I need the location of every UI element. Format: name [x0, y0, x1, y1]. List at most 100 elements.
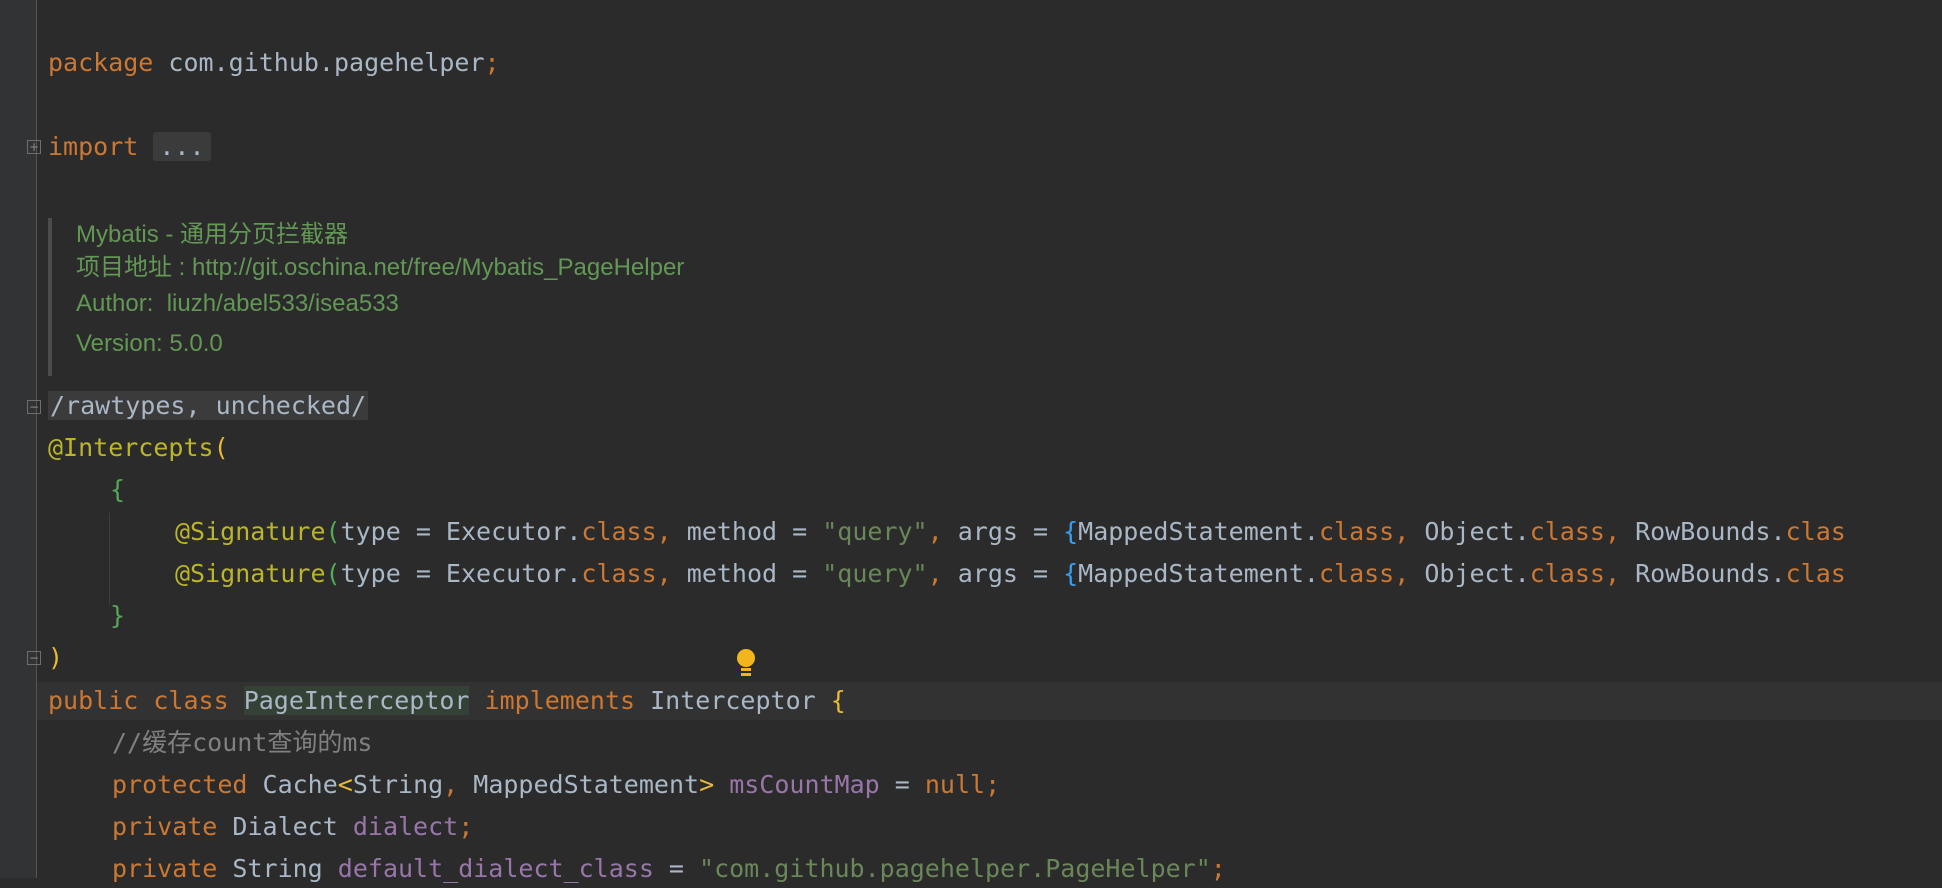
code-line-intercepts[interactable]: @Intercepts( [48, 429, 229, 467]
paren-open: ( [325, 517, 341, 546]
brace-open: { [830, 686, 846, 715]
package-name: com.github.pagehelper [168, 48, 485, 77]
class-keyword: class [1529, 559, 1605, 588]
class-keyword: class [1318, 517, 1395, 546]
suppress-warnings-fold[interactable]: /rawtypes, unchecked/ [48, 391, 369, 420]
angle-open: < [337, 770, 353, 799]
query-string: "query" [822, 559, 928, 588]
code-line-default-dialect[interactable]: private String default_dialect_class = "… [112, 850, 1226, 888]
comma: , [1394, 517, 1425, 546]
comma: , [1604, 559, 1636, 588]
class-keyword-truncated: clas [1785, 517, 1846, 546]
semicolon: ; [985, 770, 1001, 799]
indent-guide [109, 513, 110, 605]
doc-line-project: 项目地址 : http://git.oschina.net/free/Mybat… [76, 254, 685, 281]
assign: = [879, 770, 925, 799]
paren-open: ( [325, 559, 341, 588]
string-type: String [352, 770, 444, 799]
sig-method: method = [686, 559, 823, 588]
code-line-dialect-field[interactable]: private Dialect dialect; [112, 808, 473, 846]
arg-rowbounds: RowBounds. [1635, 559, 1786, 588]
code-line-suppress[interactable]: /rawtypes, unchecked/ [48, 387, 369, 425]
assign: = [653, 854, 700, 883]
code-line-signature-2[interactable]: @Signature(type = Executor.class, method… [175, 555, 1846, 593]
comma: , [927, 559, 958, 588]
code-line-brace-close[interactable]: } [110, 597, 125, 635]
sig-type: type = Executor. [340, 559, 582, 588]
class-keyword: class [581, 517, 657, 546]
class-keyword: class [1318, 559, 1395, 588]
import-fold-placeholder[interactable]: ... [153, 132, 211, 161]
dialect-field: dialect [352, 812, 459, 841]
arg-object: Object. [1424, 559, 1530, 588]
comma: , [656, 517, 687, 546]
code-line-signature-1[interactable]: @Signature(type = Executor.class, method… [175, 513, 1846, 551]
fold-end-icon[interactable]: − [27, 651, 41, 665]
angle-close: > [699, 770, 715, 799]
arg-object: Object. [1424, 517, 1530, 546]
class-keyword: class [1529, 517, 1605, 546]
default-dialect-field: default_dialect_class [337, 854, 654, 883]
semicolon: ; [458, 812, 474, 841]
editor-gutter [0, 0, 37, 878]
signature-annotation: @Signature [175, 559, 326, 588]
class-keyword-truncated: clas [1785, 559, 1846, 588]
code-line-cache-field[interactable]: protected Cache<String, MappedStatement>… [112, 766, 1000, 804]
sig-args: args = [957, 517, 1064, 546]
query-string: "query" [822, 517, 928, 546]
public-keyword: public [48, 686, 139, 715]
brace-close: } [110, 601, 126, 630]
semicolon: ; [1210, 854, 1226, 883]
code-line-import[interactable]: import ... [48, 128, 211, 166]
brace-open: { [1063, 559, 1079, 588]
cache-type: Cache [262, 770, 338, 799]
code-line-brace-open[interactable]: { [110, 471, 125, 509]
mapped-statement-type: MappedStatement [473, 770, 700, 799]
semicolon: ; [484, 48, 500, 77]
code-line-package[interactable]: package com.github.pagehelper; [48, 44, 500, 82]
comma: , [927, 517, 958, 546]
comma: , [656, 559, 687, 588]
comment: //缓存count查询的ms [112, 728, 373, 757]
paren-close: ) [48, 643, 64, 672]
arg-rowbounds: RowBounds. [1635, 517, 1786, 546]
doc-line-title: Mybatis - 通用分页拦截器 [76, 221, 349, 248]
collapse-fold-icon[interactable]: − [27, 400, 41, 414]
ms-count-map-field: msCountMap [729, 770, 880, 799]
doc-line-author: Author: liuzh/abel533/isea533 [76, 290, 399, 317]
doc-line-version: Version: 5.0.0 [76, 330, 223, 357]
brace-open: { [1063, 517, 1079, 546]
paren-open: ( [213, 433, 229, 462]
expand-fold-icon[interactable]: + [27, 140, 41, 154]
protected-keyword: protected [112, 770, 248, 799]
class-name: PageInterceptor [243, 686, 470, 715]
arg-mapped-statement: MappedStatement. [1078, 517, 1319, 546]
sig-method: method = [686, 517, 823, 546]
comma: , [1604, 517, 1636, 546]
implements-keyword: implements [484, 686, 636, 715]
null-keyword: null [924, 770, 986, 799]
arg-mapped-statement: MappedStatement. [1078, 559, 1319, 588]
package-keyword: package [48, 48, 154, 77]
code-line-class-decl[interactable]: public class PageInterceptor implements … [48, 682, 846, 720]
interface-name: Interceptor [650, 686, 816, 715]
default-dialect-value: "com.github.pagehelper.PageHelper" [699, 854, 1211, 883]
code-line-comment[interactable]: //缓存count查询的ms [112, 724, 372, 762]
import-keyword: import [48, 132, 139, 161]
class-keyword: class [153, 686, 229, 715]
brace-open: { [110, 475, 126, 504]
private-keyword: private [112, 854, 218, 883]
private-keyword: private [112, 812, 218, 841]
rendered-javadoc: Mybatis - 通用分页拦截器 项目地址 : http://git.osch… [48, 218, 684, 376]
sig-type: type = Executor. [340, 517, 582, 546]
lightbulb-icon[interactable] [735, 649, 757, 677]
class-keyword: class [581, 559, 657, 588]
code-line-paren-close[interactable]: ) [48, 639, 63, 677]
signature-annotation: @Signature [175, 517, 326, 546]
comma: , [443, 770, 474, 799]
intercepts-annotation: @Intercepts [48, 433, 214, 462]
comma: , [1394, 559, 1425, 588]
sig-args: args = [957, 559, 1064, 588]
string-type: String [232, 854, 323, 883]
dialect-type: Dialect [232, 812, 338, 841]
